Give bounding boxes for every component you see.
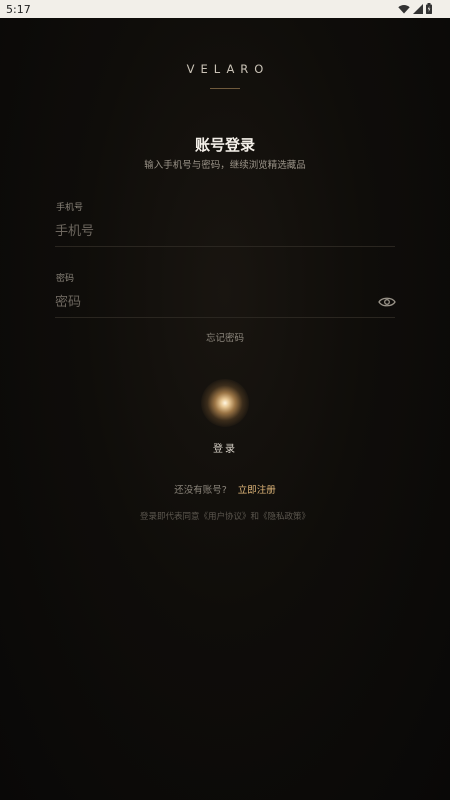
status-icons [398,3,432,14]
battery-icon [426,3,432,14]
page-subtitle: 输入手机号与密码，继续浏览精选藏品 [144,160,306,171]
page-title: 账号登录 [194,136,255,154]
status-time: 5:17 [6,3,31,16]
register-row: 还没有账号? 立即注册 [0,482,450,496]
register-link[interactable]: 立即注册 [238,485,276,496]
brand-logo: VELARO [186,62,270,76]
show-password-button[interactable] [377,293,397,311]
forgot-password-link[interactable]: 忘记密码 [0,330,450,344]
signal-icon [413,3,423,14]
password-underline [55,317,395,318]
phone-input[interactable] [55,220,395,242]
login-label[interactable]: 登录 [0,440,450,455]
status-bar: 5:17 [0,0,450,18]
agreement-text: 登录即代表同意《用户协议》和《隐私政策》 [139,512,310,522]
password-label: 密码 [56,274,75,284]
register-prompt: 还没有账号? [174,485,227,496]
password-input[interactable] [55,291,373,313]
phone-underline [55,246,395,247]
wifi-icon [398,4,410,14]
phone-label: 手机号 [56,203,84,213]
brand-divider [210,88,240,89]
login-button[interactable] [201,379,249,427]
eye-icon [378,293,396,312]
